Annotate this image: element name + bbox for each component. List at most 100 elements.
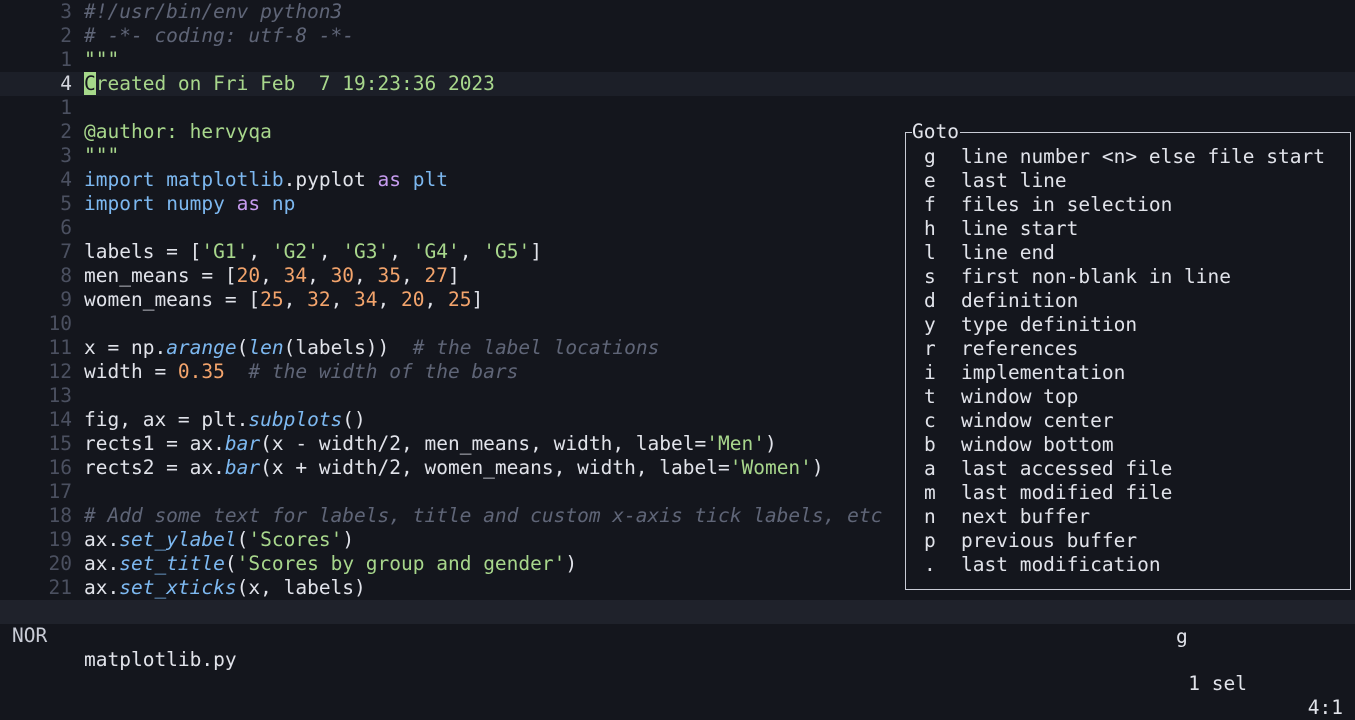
goto-option[interactable]: c window center xyxy=(906,409,1350,433)
goto-option[interactable]: m last modified file xyxy=(906,481,1350,505)
line-number: 14 xyxy=(48,408,72,431)
code-token: set_ylabel xyxy=(119,528,237,551)
line-content: """ xyxy=(84,48,119,72)
line-number: 3 xyxy=(60,0,72,23)
code-token: ] xyxy=(471,288,484,311)
goto-option[interactable]: t window top xyxy=(906,385,1350,409)
code-token: 20 xyxy=(236,264,261,287)
code-token: len xyxy=(248,336,284,359)
code-token: 0.35 xyxy=(177,360,225,383)
code-token: # the width of the bars xyxy=(248,360,519,383)
code-token: women_means = [ xyxy=(84,288,261,311)
code-line[interactable]: 2 # -*- coding: utf-8 -*- xyxy=(0,24,1355,48)
line-number: 20 xyxy=(48,552,72,575)
goto-option[interactable]: s first non-blank in line xyxy=(906,265,1350,289)
line-content: women_means = [25, 32, 34, 20, 25] xyxy=(84,288,483,312)
line-number: 4 xyxy=(60,168,72,191)
code-token: as xyxy=(377,168,402,191)
code-line-current[interactable]: 4 Created on Fri Feb 7 19:23:36 2023 xyxy=(0,72,1355,96)
line-number: 12 xyxy=(48,360,72,383)
goto-option-label: last line xyxy=(961,169,1067,192)
code-token: 35 xyxy=(377,264,402,287)
code-token: ] xyxy=(530,240,542,263)
code-token: 20 xyxy=(401,288,425,311)
line-number: 15 xyxy=(48,432,72,455)
line-number: 7 xyxy=(60,240,72,263)
goto-option-key: i xyxy=(924,361,936,384)
code-token: 32 xyxy=(307,288,331,311)
goto-option[interactable]: l line end xyxy=(906,241,1350,265)
code-line[interactable]: 3 #!/usr/bin/env python3 xyxy=(0,0,1355,24)
goto-option-key: r xyxy=(924,337,936,360)
line-content: #!/usr/bin/env python3 xyxy=(84,0,342,24)
code-token: 'G4' xyxy=(412,240,460,263)
code-token: () xyxy=(342,408,366,431)
code-token: @author: hervyqa xyxy=(84,120,272,143)
goto-option-label: window top xyxy=(961,385,1079,408)
goto-option[interactable]: g line number <n> else file start xyxy=(906,145,1350,169)
code-token: import xyxy=(84,192,155,215)
code-token: , xyxy=(401,264,425,287)
code-token: men_means = [ xyxy=(84,264,237,287)
code-token: 34 xyxy=(354,288,378,311)
line-number: 16 xyxy=(48,456,72,479)
goto-option[interactable]: e last line xyxy=(906,169,1350,193)
code-token: 'G1' xyxy=(201,240,249,263)
goto-option[interactable]: i implementation xyxy=(906,361,1350,385)
goto-option-label: type definition xyxy=(961,313,1138,336)
code-token: 'G3' xyxy=(342,240,390,263)
code-token: ax. xyxy=(84,552,120,575)
code-token: bar xyxy=(224,432,261,455)
code-token: , xyxy=(307,264,331,287)
code-line[interactable]: 1 """ xyxy=(0,48,1355,72)
statusline: NOR matplotlib.py 1 sel 4:1 xyxy=(0,600,1355,719)
goto-option-key: t xyxy=(924,385,936,408)
line-content: @author: hervyqa xyxy=(84,120,272,144)
goto-option[interactable]: f files in selection xyxy=(906,193,1350,217)
line-number: 5 xyxy=(60,192,72,215)
code-token: rects1 = ax. xyxy=(84,432,225,455)
code-token: bar xyxy=(224,456,261,479)
code-token: (x, labels) xyxy=(236,576,366,599)
line-number: 17 xyxy=(48,480,72,503)
goto-option-label: references xyxy=(961,337,1079,360)
goto-option-key: l xyxy=(924,241,936,264)
code-token: (labels)) xyxy=(283,336,413,359)
selection-count: 1 sel xyxy=(1188,672,1247,695)
goto-option-key: . xyxy=(924,553,936,576)
code-token: plt xyxy=(412,168,448,191)
goto-option[interactable]: h line start xyxy=(906,217,1350,241)
code-token: 'Men' xyxy=(706,432,765,455)
goto-popup: Goto g line number <n> else file start e la… xyxy=(905,120,1351,590)
code-token: 'G2' xyxy=(271,240,319,263)
goto-option-label: window bottom xyxy=(961,433,1114,456)
code-token: , xyxy=(389,240,413,263)
goto-option[interactable]: r references xyxy=(906,337,1350,361)
goto-option[interactable]: a last accessed file xyxy=(906,457,1350,481)
code-token: ax. xyxy=(84,528,120,551)
code-token: 25 xyxy=(447,288,472,311)
code-token: , xyxy=(283,288,308,311)
goto-option-key: n xyxy=(924,505,936,528)
goto-option[interactable]: p previous buffer xyxy=(906,529,1350,553)
goto-option[interactable]: b window bottom xyxy=(906,433,1350,457)
goto-option[interactable]: . last modification xyxy=(906,553,1350,577)
goto-option[interactable]: d definition xyxy=(906,289,1350,313)
code-token: # Add some text for labels, title and cu… xyxy=(84,504,883,527)
line-content: # -*- coding: utf-8 -*- xyxy=(84,24,354,48)
line-number: 4 xyxy=(60,72,72,95)
code-token: , xyxy=(459,240,484,263)
code-token: (x - width/2, men_means, width, label= xyxy=(260,432,707,455)
code-line[interactable]: 1 xyxy=(0,96,1355,120)
goto-option[interactable]: y type definition xyxy=(906,313,1350,337)
code-token: , xyxy=(318,240,343,263)
code-token: 34 xyxy=(283,264,308,287)
command-line[interactable]: g xyxy=(0,624,1355,649)
goto-option-label: line end xyxy=(961,241,1055,264)
goto-option-label: last modified file xyxy=(961,481,1173,504)
goto-option-key: a xyxy=(924,457,936,480)
goto-option[interactable]: n next buffer xyxy=(906,505,1350,529)
